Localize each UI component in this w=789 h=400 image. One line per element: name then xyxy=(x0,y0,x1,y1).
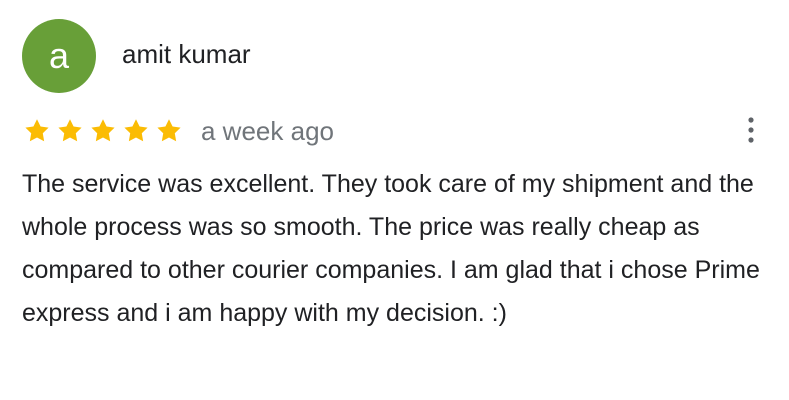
avatar-letter: a xyxy=(48,35,70,76)
star-icon xyxy=(58,119,82,142)
review-text: The service was excellent. They took car… xyxy=(22,170,760,327)
star-icon xyxy=(124,119,148,142)
star-icon xyxy=(157,119,181,142)
review-card: a amit kumar a week ago The service was … xyxy=(0,0,789,400)
avatar[interactable]: a xyxy=(22,19,96,93)
star-icon xyxy=(25,119,49,142)
review-timestamp: a week ago xyxy=(201,116,334,146)
reviewer-name[interactable]: amit kumar xyxy=(122,38,251,70)
star-rating xyxy=(22,116,184,146)
star-icon xyxy=(91,119,115,142)
more-vert-icon xyxy=(748,117,754,143)
more-options-button[interactable] xyxy=(736,112,766,148)
